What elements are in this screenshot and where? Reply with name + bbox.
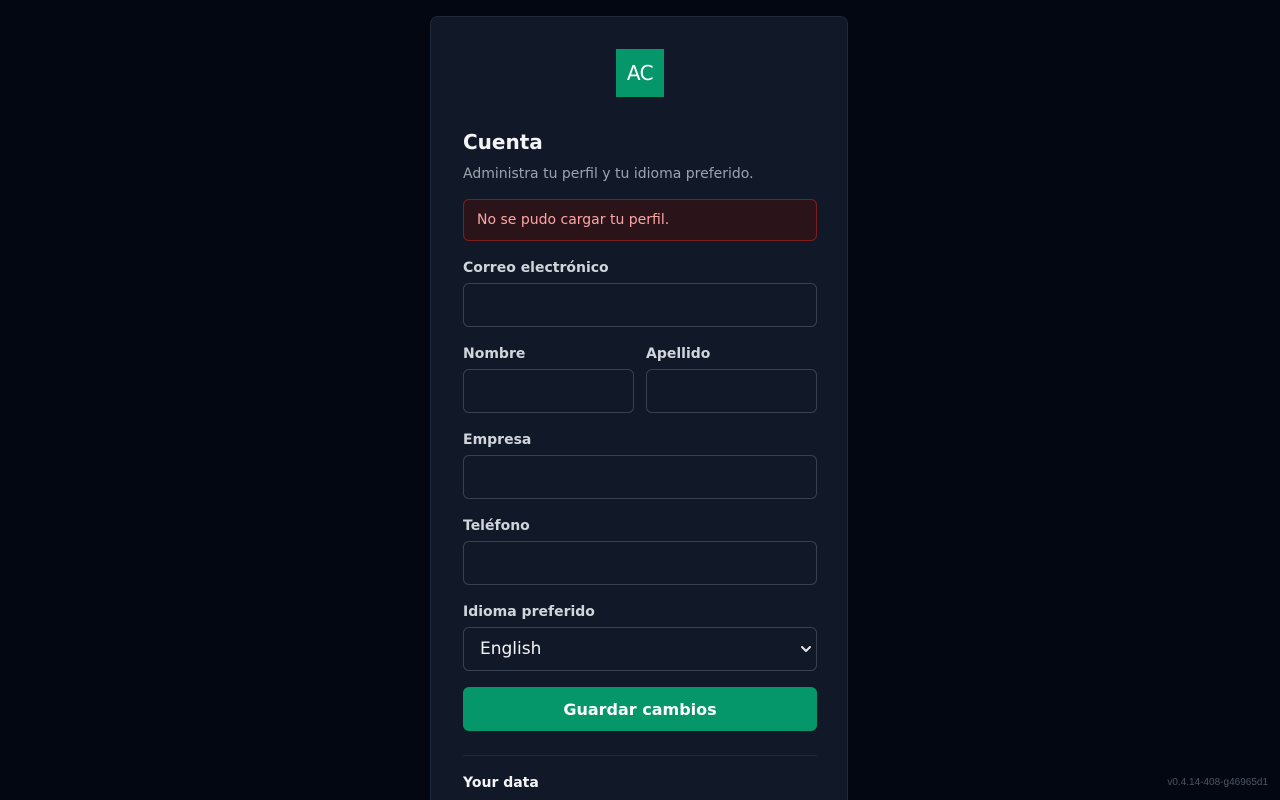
chevron-down-icon (801, 646, 811, 652)
last-name-field[interactable] (646, 369, 817, 413)
logo-text: AC (626, 61, 654, 85)
save-button[interactable]: Guardar cambios (463, 687, 817, 731)
error-alert: No se pudo cargar tu perfil. (463, 199, 817, 241)
language-label: Idioma preferido (463, 604, 595, 620)
last-name-label: Apellido (646, 346, 711, 362)
section-divider (463, 755, 817, 756)
page-title: Cuenta (463, 130, 543, 154)
phone-field[interactable] (463, 541, 817, 585)
page-subtitle: Administra tu perfil y tu idioma preferi… (463, 166, 754, 182)
phone-label: Teléfono (463, 518, 530, 534)
company-field[interactable] (463, 455, 817, 499)
account-card: AC Cuenta Administra tu perfil y tu idio… (430, 16, 848, 800)
error-alert-message: No se pudo cargar tu perfil. (477, 212, 670, 228)
first-name-field[interactable] (463, 369, 634, 413)
first-name-label: Nombre (463, 346, 526, 362)
language-select-value: English (480, 639, 542, 659)
email-label: Correo electrónico (463, 260, 609, 276)
brand-logo: AC (616, 49, 664, 97)
version-label: v0.4.14-408-g46965d1 (1167, 777, 1268, 788)
account-page: AC Cuenta Administra tu perfil y tu idio… (0, 0, 1280, 800)
language-select[interactable]: English (463, 627, 817, 671)
your-data-heading: Your data (463, 775, 539, 791)
email-field[interactable] (463, 283, 817, 327)
company-label: Empresa (463, 432, 532, 448)
